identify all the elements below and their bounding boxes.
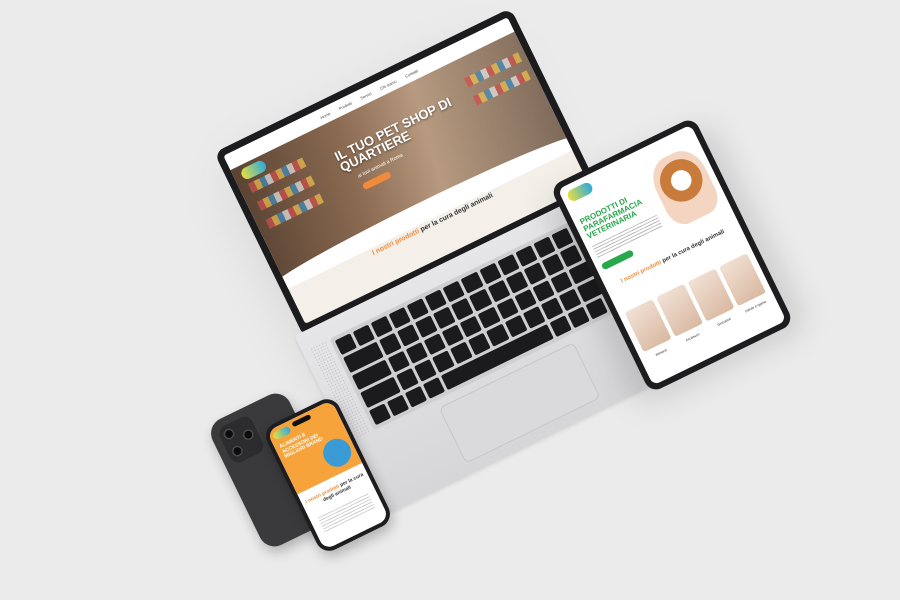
mockup-stage: Home Prodotti Servizi Chi siamo Contatti…: [0, 0, 900, 600]
camera-module: [216, 413, 267, 466]
nav-item[interactable]: Chi siamo: [379, 78, 397, 90]
camera-lens-icon: [239, 425, 257, 444]
products-heading-rest: per la cura degli animali: [660, 229, 726, 266]
site-logo[interactable]: [565, 180, 595, 204]
camera-lens-icon: [228, 442, 247, 460]
camera-lens-icon: [220, 425, 238, 443]
products-heading-accent: I nostri prodotti: [620, 259, 663, 285]
nav-item[interactable]: Servizi: [359, 90, 372, 100]
nav-item[interactable]: Contatti: [404, 68, 419, 79]
nav-item[interactable]: Home: [319, 110, 331, 119]
nav-item[interactable]: Prodotti: [338, 100, 353, 111]
